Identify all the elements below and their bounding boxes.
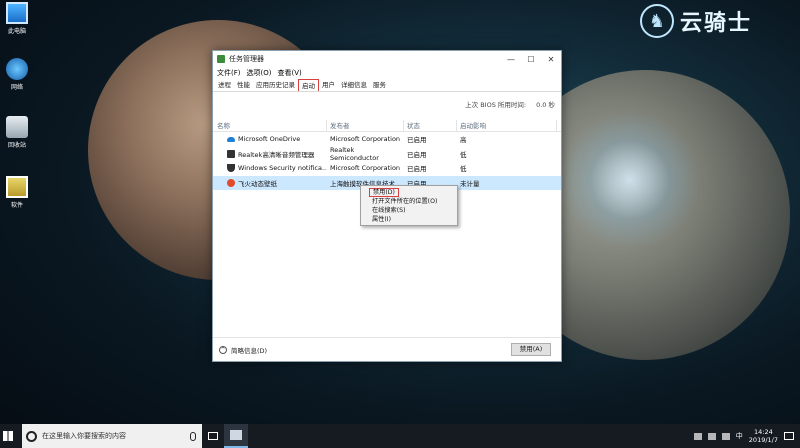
bios-label: 上次 BIOS 所用时间:: [465, 101, 527, 109]
clock-date: 2019/1/7: [748, 436, 778, 444]
tab-details[interactable]: 详细信息: [338, 79, 370, 91]
context-menu-disable[interactable]: 禁用(D): [369, 188, 399, 197]
table-row[interactable]: Microsoft OneDrive Microsoft Corporation…: [213, 132, 561, 147]
tab-performance[interactable]: 性能: [234, 79, 253, 91]
menu-file[interactable]: 文件(F): [217, 68, 241, 78]
system-tray: 中 14:24 2019/1/7: [693, 428, 800, 444]
context-menu-search-online[interactable]: 在线搜索(S): [361, 206, 457, 215]
fewer-details-link[interactable]: ^ 简略信息(D): [219, 345, 267, 355]
column-header-impact[interactable]: 启动影响: [457, 119, 557, 132]
fewer-details-label: 简略信息(D): [231, 346, 268, 355]
folder-icon: [6, 176, 28, 198]
windows-logo-icon: [3, 431, 13, 441]
row-name: Windows Security notifica...: [238, 164, 327, 173]
table-row[interactable]: Realtek高清晰音频管理器 Realtek Semiconductor 已启…: [213, 145, 561, 162]
row-impact: 低: [460, 165, 467, 174]
close-button[interactable]: ✕: [541, 51, 561, 67]
desktop-icon-label: 此电脑: [7, 28, 26, 35]
row-publisher: Realtek Semiconductor: [330, 145, 379, 162]
column-header-status[interactable]: 状态: [404, 119, 457, 132]
notification-icon[interactable]: [784, 432, 794, 440]
clock-time: 14:24: [754, 428, 773, 436]
tab-app-history[interactable]: 应用历史记录: [253, 79, 298, 91]
desktop-icon-network[interactable]: 网络: [2, 58, 32, 91]
context-menu-open-file-location[interactable]: 打开文件所在的位置(O): [361, 197, 457, 206]
row-publisher: Microsoft Corporation: [330, 164, 401, 173]
menu-bar: 文件(F) 选项(O) 查看(V): [213, 67, 561, 78]
column-header-name[interactable]: 名称: [213, 119, 327, 132]
ime-indicator[interactable]: 中: [736, 431, 743, 441]
knight-logo-icon: ♞: [640, 4, 674, 38]
column-header-row: 名称 发布者 状态 启动影响: [213, 119, 561, 132]
cloud-icon: [227, 136, 235, 142]
search-placeholder: 在这里输入你要搜索的内容: [42, 432, 126, 440]
desktop-icon-label: 网络: [10, 84, 23, 91]
network-icon: [6, 58, 28, 80]
bios-value: 0.0 秒: [536, 101, 555, 109]
row-impact: 低: [460, 150, 467, 159]
context-menu: 禁用(D) 打开文件所在的位置(O) 在线搜索(S) 属性(I): [360, 185, 458, 226]
wallpaper-glow: [560, 110, 700, 250]
taskbar: 在这里输入你要搜索的内容 中 14:24 2019/1/7: [0, 424, 800, 448]
row-status: 已启用: [407, 136, 427, 145]
task-manager-icon: [217, 55, 225, 63]
desktop-icon-label: 软件: [10, 202, 23, 209]
chevron-up-icon[interactable]: [693, 432, 702, 440]
tab-services[interactable]: 服务: [370, 79, 389, 91]
title-bar[interactable]: 任务管理器 — ☐ ✕: [213, 51, 561, 67]
minimize-button[interactable]: —: [501, 51, 521, 67]
shield-icon: [227, 164, 235, 173]
desktop-icon-software[interactable]: 软件: [2, 176, 32, 209]
row-status: 已启用: [407, 150, 427, 159]
computer-icon: [6, 2, 28, 24]
menu-options[interactable]: 选项(O): [247, 68, 272, 78]
row-impact: 未计量: [460, 179, 480, 188]
tab-processes[interactable]: 进程: [215, 79, 234, 91]
row-name: 飞火动态壁纸: [238, 179, 277, 188]
brand-text: 云骑士: [680, 11, 753, 36]
search-box[interactable]: 在这里输入你要搜索的内容: [22, 424, 202, 448]
start-button[interactable]: [0, 424, 16, 448]
desktop-icon-recycle-bin[interactable]: 回收站: [2, 116, 32, 149]
app-icon: [227, 178, 235, 187]
task-manager-icon: [230, 430, 242, 440]
window-title: 任务管理器: [229, 55, 264, 63]
row-publisher: Microsoft Corporation: [330, 135, 401, 144]
clock[interactable]: 14:24 2019/1/7: [749, 428, 778, 444]
disable-button[interactable]: 禁用(A): [511, 343, 551, 356]
window-footer: ^ 简略信息(D) 禁用(A): [213, 337, 561, 361]
chevron-up-icon: ^: [219, 345, 227, 354]
taskbar-task-manager[interactable]: [224, 424, 248, 448]
tab-users[interactable]: 用户: [319, 79, 338, 91]
network-icon[interactable]: [707, 432, 716, 440]
brand-watermark: ♞ 云骑士: [640, 4, 752, 38]
tab-strip: 进程 性能 应用历史记录 启动 用户 详细信息 服务: [213, 78, 561, 92]
maximize-button[interactable]: ☐: [521, 51, 541, 67]
row-name: Realtek高清晰音频管理器: [238, 150, 315, 159]
recycle-bin-icon: [6, 116, 28, 138]
microphone-icon[interactable]: [190, 431, 196, 441]
column-header-publisher[interactable]: 发布者: [327, 119, 404, 132]
task-view-icon: [208, 432, 218, 440]
context-menu-properties[interactable]: 属性(I): [361, 215, 457, 224]
desktop-icon-this-pc[interactable]: 此电脑: [2, 2, 32, 35]
cortana-icon: [26, 430, 37, 442]
row-name: Microsoft OneDrive: [238, 135, 301, 144]
tab-startup[interactable]: 启动: [298, 79, 319, 91]
task-view-button[interactable]: [202, 432, 224, 440]
bios-time: 上次 BIOS 所用时间: 0.0 秒: [213, 92, 561, 116]
desktop-icon-label: 回收站: [7, 142, 26, 149]
row-impact: 高: [460, 136, 467, 145]
table-row[interactable]: Windows Security notifica... Microsoft C…: [213, 161, 561, 176]
menu-view[interactable]: 查看(V): [277, 68, 301, 78]
volume-icon[interactable]: [721, 432, 730, 440]
speaker-icon: [227, 149, 235, 158]
row-status: 已启用: [407, 165, 427, 174]
